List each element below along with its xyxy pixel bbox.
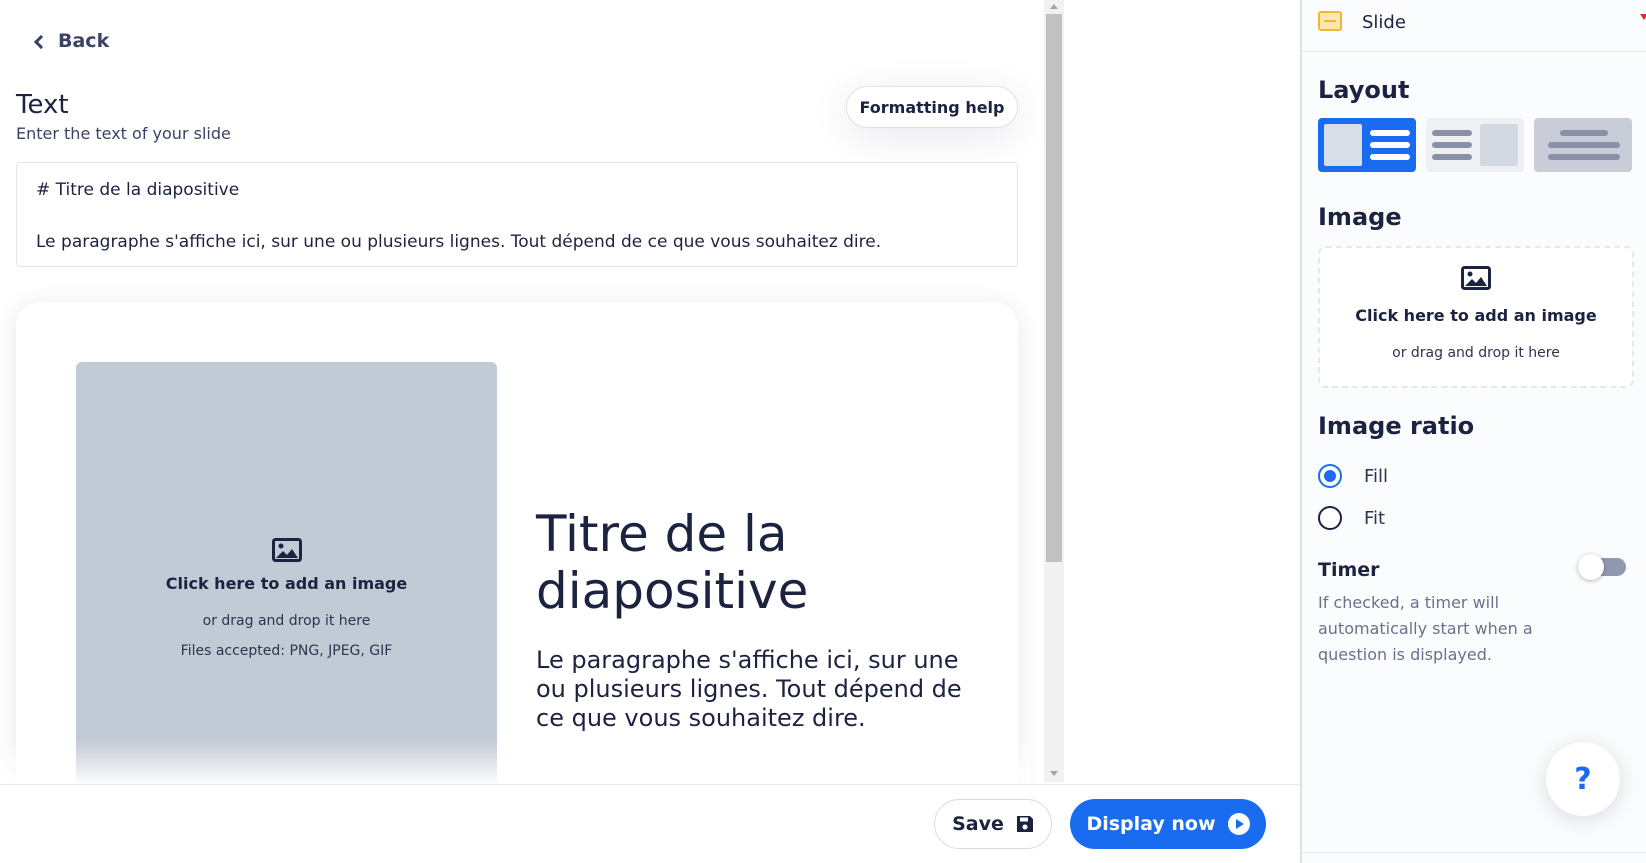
layout-line: [1560, 130, 1608, 136]
preview-image-dropzone[interactable]: Click here to add an image or drag and d…: [76, 362, 497, 802]
chevron-left-icon: [33, 34, 49, 50]
preview-fade: [0, 740, 1030, 784]
layout-line: [1432, 154, 1472, 160]
editor-line-title: # Titre de la diapositive: [36, 180, 240, 200]
radio-fit[interactable]: [1318, 506, 1342, 530]
main-scrollbar[interactable]: [1044, 0, 1064, 782]
image-ratio-heading: Image ratio: [1318, 412, 1475, 440]
sidebar-image-dropzone[interactable]: Click here to add an image or drag and d…: [1318, 246, 1634, 388]
ratio-option-fit[interactable]: Fit: [1318, 506, 1385, 530]
preview-paragraph: Le paragraphe s'affiche ici, sur une ou …: [536, 646, 962, 732]
slide-icon: [1318, 11, 1342, 31]
preview-image-sub: or drag and drop it here: [202, 613, 371, 629]
timer-heading: Timer: [1318, 559, 1380, 581]
play-icon: [1227, 813, 1250, 835]
help-button[interactable]: ?: [1546, 742, 1620, 816]
back-label: Back: [58, 30, 110, 52]
display-now-button[interactable]: Display now: [1070, 799, 1266, 849]
slide-preview: Click here to add an image or drag and d…: [16, 302, 1018, 802]
timer-toggle[interactable]: [1578, 554, 1626, 580]
text-section-subtitle: Enter the text of your slide: [16, 124, 231, 143]
save-button[interactable]: Save: [934, 799, 1052, 849]
slide-type-label: Slide: [1362, 12, 1406, 33]
ratio-fit-label: Fit: [1364, 507, 1386, 529]
preview-image-files: Files accepted: PNG, JPEG, GIF: [180, 643, 393, 659]
slide-text-editor[interactable]: # Titre de la diapositive Le paragraphe …: [16, 162, 1018, 267]
scroll-down-icon[interactable]: [1050, 771, 1058, 776]
preview-image-label: Click here to add an image: [165, 574, 408, 593]
preview-title: Titre de la diapositive: [536, 505, 809, 620]
main-panel: Back Text Enter the text of your slide F…: [0, 0, 1300, 863]
scroll-thumb[interactable]: [1046, 14, 1062, 562]
sidebar-image-sub: or drag and drop it here: [1392, 345, 1560, 361]
layout-line: [1370, 154, 1410, 160]
layout-option-image-left[interactable]: [1318, 118, 1416, 172]
floppy-icon: [1016, 816, 1033, 832]
layout-image-block: [1324, 124, 1362, 166]
display-label: Display now: [1086, 813, 1216, 835]
formatting-help-button[interactable]: Formatting help: [846, 86, 1018, 128]
toggle-knob: [1578, 554, 1604, 580]
settings-sidebar: Slide Layout Image Click here to add an …: [1302, 0, 1646, 863]
sidebar-bottom-bar: [1302, 852, 1646, 863]
layout-line: [1548, 154, 1620, 160]
scroll-up-icon[interactable]: [1050, 4, 1058, 9]
ratio-fill-label: Fill: [1364, 465, 1389, 487]
layout-option-text-only[interactable]: [1534, 118, 1632, 172]
back-link[interactable]: Back: [33, 30, 110, 52]
text-section-title: Text: [16, 90, 69, 120]
slide-type-selector[interactable]: Slide: [1302, 0, 1646, 52]
timer-description: If checked, a timer will automatically s…: [1318, 593, 1533, 664]
layout-heading: Layout: [1318, 76, 1410, 104]
layout-line: [1548, 142, 1620, 148]
image-icon: [1461, 266, 1491, 290]
image-icon: [271, 538, 302, 562]
layout-option-image-right[interactable]: [1426, 118, 1524, 172]
radio-fill[interactable]: [1318, 464, 1342, 488]
layout-line: [1432, 130, 1472, 136]
save-label: Save: [952, 813, 1004, 835]
footer-bar: Save Display now: [0, 784, 1300, 863]
layout-image-block: [1480, 124, 1518, 166]
ratio-option-fill[interactable]: Fill: [1318, 464, 1388, 488]
image-heading: Image: [1318, 203, 1402, 231]
sidebar-image-label: Click here to add an image: [1355, 306, 1597, 325]
layout-line: [1370, 142, 1410, 148]
dropdown-arrow-icon[interactable]: [1640, 14, 1646, 20]
editor-line-paragraph: Le paragraphe s'affiche ici, sur une ou …: [36, 232, 882, 252]
layout-line: [1432, 142, 1472, 148]
layout-line: [1370, 130, 1410, 136]
